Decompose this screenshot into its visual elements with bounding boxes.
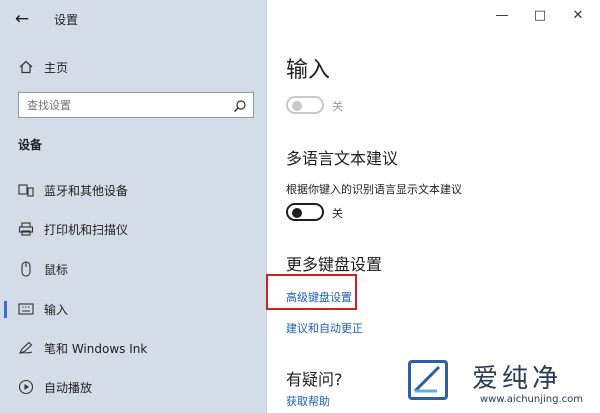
sidebar-item-typing[interactable]: 输入 <box>0 294 267 324</box>
hardware-keyboard-toggle[interactable] <box>286 96 324 114</box>
section-title-multilang: 多语言文本建议 <box>286 149 399 168</box>
main-panel: — □ ✕ 输入 关 多语言文本建议 根据你键入的识别语言显示文本建议 关 更多… <box>268 0 600 413</box>
sidebar-item-label: 打印机和扫描仪 <box>44 222 129 237</box>
search-input[interactable] <box>19 98 219 112</box>
section-title-help: 有疑问? <box>286 370 343 389</box>
close-icon[interactable]: ✕ <box>570 8 586 24</box>
maximize-icon[interactable]: □ <box>532 8 548 24</box>
sidebar-item-label: 输入 <box>44 302 69 317</box>
sidebar: ← 设置 主页 设备 蓝牙和其他设备 打印机和扫描仪 鼠标 <box>0 0 267 413</box>
selection-indicator <box>4 301 7 318</box>
search-icon[interactable] <box>233 98 247 112</box>
sidebar-item-label: 鼠标 <box>44 262 69 277</box>
printer-icon <box>18 221 34 237</box>
toggle-knob <box>292 208 302 218</box>
sidebar-item-bluetooth[interactable]: 蓝牙和其他设备 <box>0 175 267 205</box>
sidebar-item-label: 笔和 Windows Ink <box>44 341 148 356</box>
highlight-box <box>266 274 357 310</box>
toggle-knob <box>292 101 302 111</box>
section-title-keyboard: 更多键盘设置 <box>286 255 383 274</box>
page-title: 输入 <box>286 58 331 83</box>
bluetooth-devices-icon <box>18 182 34 198</box>
mouse-icon <box>18 261 34 277</box>
get-help-link[interactable]: 获取帮助 <box>286 393 330 409</box>
toggle-state-label: 关 <box>332 100 343 113</box>
suggestions-autocorrect-link[interactable]: 建议和自动更正 <box>286 320 363 336</box>
sidebar-item-autoplay[interactable]: 自动播放 <box>0 372 267 402</box>
sidebar-item-label: 蓝牙和其他设备 <box>44 183 129 198</box>
titlebar-left: ← 设置 <box>0 0 267 38</box>
sidebar-item-pen[interactable]: 笔和 Windows Ink <box>0 333 267 363</box>
toggle-state-label: 关 <box>332 207 343 220</box>
search-box[interactable] <box>18 92 254 118</box>
home-icon <box>18 59 34 75</box>
keyboard-icon <box>18 301 34 317</box>
sidebar-item-printers[interactable]: 打印机和扫描仪 <box>0 214 267 244</box>
autoplay-icon <box>18 379 34 395</box>
sidebar-item-mouse[interactable]: 鼠标 <box>0 254 267 284</box>
watermark-url: www.aichunjing.com <box>480 394 583 405</box>
sidebar-item-label: 自动播放 <box>44 380 93 395</box>
watermark: 爱纯净 www.aichunjing.com <box>402 356 600 413</box>
watermark-logo-icon <box>408 360 448 400</box>
sidebar-item-home[interactable]: 主页 <box>0 52 267 82</box>
minimize-icon[interactable]: — <box>494 8 510 24</box>
multilang-description: 根据你键入的识别语言显示文本建议 <box>286 183 462 196</box>
section-title: 设备 <box>18 138 43 152</box>
multilang-toggle[interactable] <box>286 203 324 221</box>
sidebar-item-label: 主页 <box>44 60 69 75</box>
back-arrow-icon[interactable]: ← <box>12 9 32 29</box>
pen-icon <box>18 340 34 356</box>
watermark-title: 爱纯净 <box>472 364 563 394</box>
app-title: 设置 <box>54 13 79 27</box>
